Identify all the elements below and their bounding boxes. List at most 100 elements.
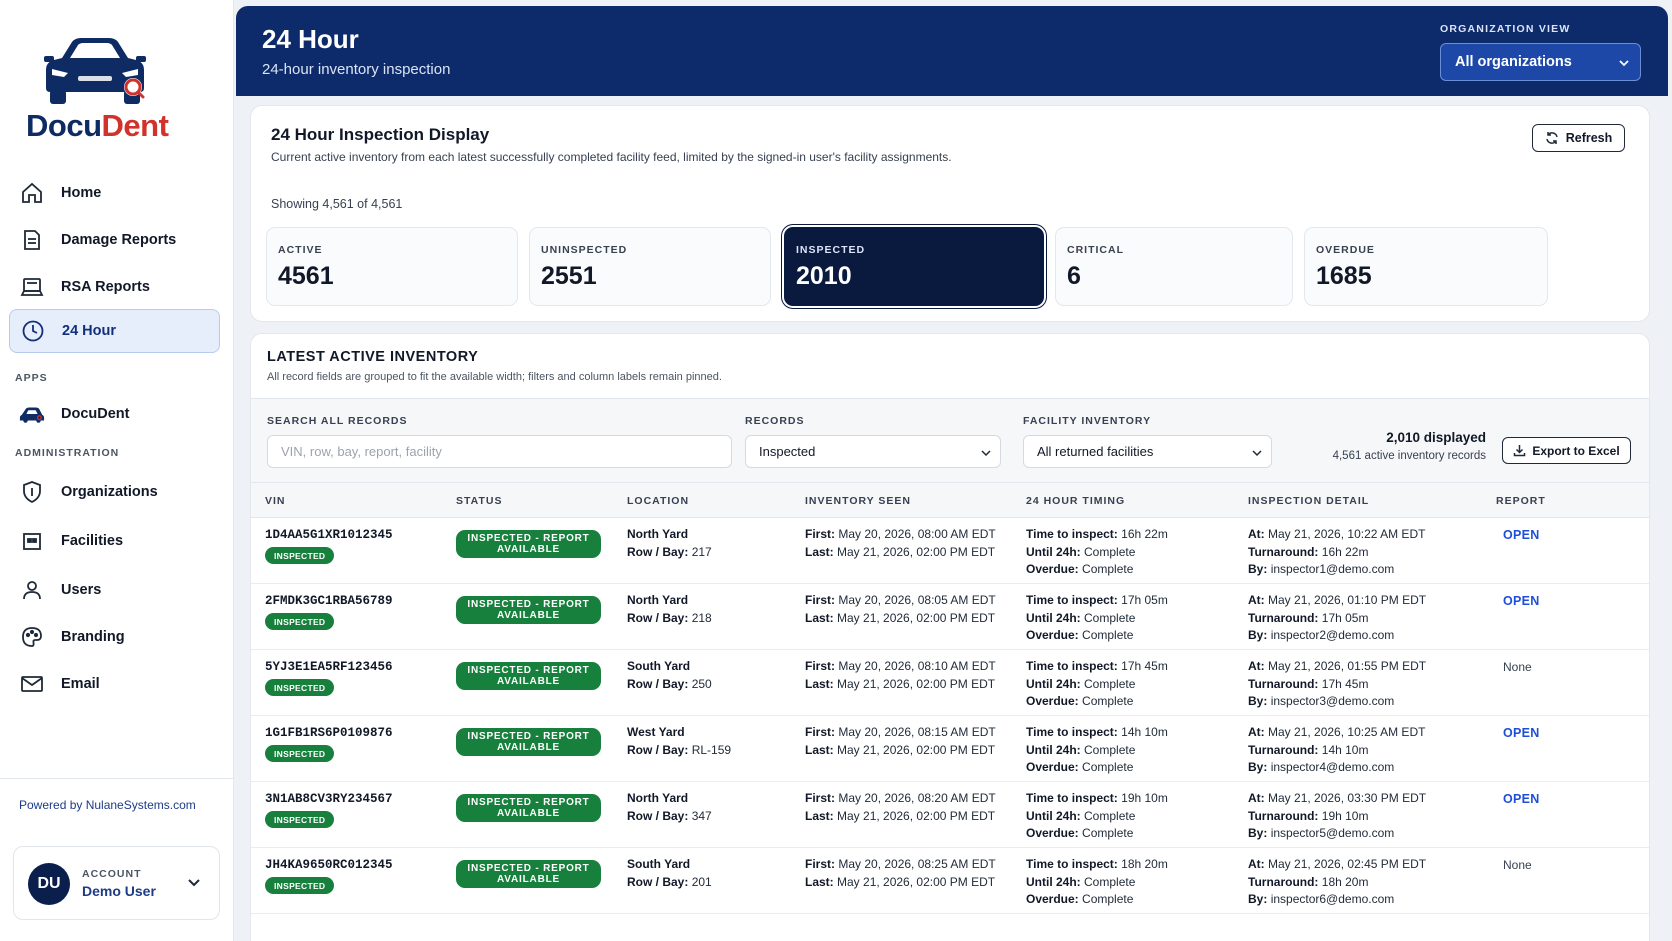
inventory-seen-cell: First: May 20, 2026, 08:25 AM EDT Last: M… [805, 856, 996, 891]
no-report-text: None [1503, 858, 1532, 872]
overdue-label: Overdue: [1026, 826, 1079, 840]
records-label: RECORDS [745, 415, 805, 427]
refresh-button[interactable]: Refresh [1532, 124, 1625, 152]
turnaround: 14h 10m [1321, 742, 1369, 757]
table-row[interactable]: 3N1AB8CV3RY234567 INSPECTED INSPECTED - RE… [251, 782, 1649, 848]
sidebar-item-branding[interactable]: Branding [9, 615, 220, 659]
table-row[interactable]: 2FMDK3GC1RBA56789 INSPECTED INSPECTED - RE… [251, 584, 1649, 650]
download-icon [1514, 445, 1526, 457]
export-label: Export to Excel [1532, 443, 1620, 458]
table-row[interactable]: 1G1FB1RS6P0109876 INSPECTED INSPECTED - RE… [251, 716, 1649, 782]
vin-text[interactable]: JH4KA9650RC012345 [265, 858, 393, 872]
timing-cell: Time to inspect: 18h 20m Until 24h: Compl… [1026, 856, 1168, 909]
stat-active[interactable]: ACTIVE 4561 [266, 227, 518, 306]
vin-text[interactable]: 2FMDK3GC1RBA56789 [265, 594, 393, 608]
sidebar-divider [0, 778, 234, 779]
at-label: At: [1248, 857, 1265, 871]
until-24h-label: Until 24h: [1026, 676, 1081, 691]
vin-text[interactable]: 3N1AB8CV3RY234567 [265, 792, 393, 806]
turnaround: 19h 10m [1321, 808, 1369, 823]
inventory-description: All record fields are grouped to fit the… [267, 371, 722, 383]
inspected-at: May 21, 2026, 01:55 PM EDT [1268, 659, 1427, 673]
org-view-value: All organizations [1455, 54, 1572, 70]
timing-cell: Time to inspect: 17h 05m Until 24h: Compl… [1026, 592, 1168, 645]
status-line1: INSPECTED - REPORT [467, 863, 590, 874]
sidebar-item-organizations[interactable]: Organizations [9, 470, 220, 514]
column-header-inspection-detail[interactable]: INSPECTION DETAIL [1248, 495, 1369, 507]
turnaround: 16h 22m [1321, 544, 1369, 559]
vin-text[interactable]: 1G1FB1RS6P0109876 [265, 726, 393, 740]
first-label: First: [805, 593, 835, 607]
table-row[interactable]: 1D4AA5G1XR1012345 INSPECTED INSPECTED - RE… [251, 518, 1649, 584]
column-header-inventory-seen[interactable]: INVENTORY SEEN [805, 495, 911, 507]
first-label: First: [805, 527, 835, 541]
by-label: By: [1248, 826, 1268, 840]
sidebar-item-label: 24 Hour [62, 323, 116, 339]
vin-text[interactable]: 5YJ3E1EA5RF123456 [265, 660, 393, 674]
records-value: Inspected [759, 444, 816, 459]
row-bay-label: Row / Bay: [627, 742, 689, 757]
records-select[interactable]: Inspected [745, 435, 1001, 468]
export-excel-button[interactable]: Export to Excel [1502, 437, 1631, 464]
table-row[interactable]: JH4KA9650RC012345 INSPECTED INSPECTED - RE… [251, 848, 1649, 914]
display-title: 24 Hour Inspection Display [271, 125, 490, 144]
search-input[interactable]: VIN, row, bay, report, facility [267, 435, 732, 468]
refresh-icon [1545, 132, 1558, 144]
column-header-location[interactable]: LOCATION [627, 495, 689, 507]
sidebar-item-users[interactable]: Users [9, 568, 220, 612]
first-label: First: [805, 857, 835, 871]
facility-select[interactable]: All returned facilities [1023, 435, 1272, 468]
first-label: First: [805, 725, 835, 739]
sidebar-item-damage-reports[interactable]: Damage Reports [9, 218, 220, 262]
open-report-link[interactable]: OPEN [1503, 528, 1540, 542]
inspector-email: inspector3@demo.com [1270, 694, 1395, 708]
stat-overdue[interactable]: OVERDUE 1685 [1304, 227, 1548, 306]
time-to-inspect: 18h 20m [1121, 857, 1168, 871]
account-menu[interactable]: DU ACCOUNT Demo User [13, 846, 220, 920]
org-view-select[interactable]: All organizations [1440, 43, 1641, 81]
status-line1: INSPECTED - REPORT [467, 731, 590, 742]
inventory-card: LATEST ACTIVE INVENTORY All record field… [250, 333, 1650, 941]
open-report-link[interactable]: OPEN [1503, 726, 1540, 740]
table-row[interactable]: 5YJ3E1EA5RF123456 INSPECTED INSPECTED - RE… [251, 650, 1649, 716]
column-header-24-hour-timing[interactable]: 24 HOUR TIMING [1026, 495, 1125, 507]
no-report-text: None [1503, 660, 1532, 674]
timing-cell: Time to inspect: 16h 22m Until 24h: Compl… [1026, 526, 1168, 579]
inspected-badge: INSPECTED [265, 679, 335, 696]
stat-uninspected[interactable]: UNINSPECTED 2551 [529, 227, 771, 306]
sidebar-item-facilities[interactable]: Facilities [9, 519, 220, 563]
first-seen: May 20, 2026, 08:00 AM EDT [838, 527, 996, 541]
sidebar-item-email[interactable]: Email [9, 662, 220, 706]
overdue-label: Overdue: [1026, 892, 1079, 906]
turnaround: 17h 05m [1321, 610, 1369, 625]
powered-by-link[interactable]: Powered by NulaneSystems.com [19, 798, 196, 812]
inventory-seen-cell: First: May 20, 2026, 08:10 AM EDT Last: M… [805, 658, 996, 693]
open-report-link[interactable]: OPEN [1503, 594, 1540, 608]
sidebar-item-24-hour[interactable]: 24 Hour [9, 309, 220, 353]
location-cell: South Yard Row / Bay: 250 [627, 658, 712, 693]
account-name: Demo User [82, 883, 156, 899]
column-header-vin[interactable]: VIN [265, 495, 286, 507]
vin-text[interactable]: 1D4AA5G1XR1012345 [265, 528, 393, 542]
sidebar-item-home[interactable]: Home [9, 171, 220, 215]
until-24h: Complete [1084, 808, 1136, 823]
open-report-link[interactable]: OPEN [1503, 792, 1540, 806]
sidebar-item-rsa-reports[interactable]: RSA Reports [9, 265, 220, 309]
column-header-report[interactable]: REPORT [1496, 495, 1546, 507]
by-label: By: [1248, 892, 1268, 906]
time-to-inspect-label: Time to inspect: [1026, 659, 1118, 673]
stat-label: CRITICAL [1067, 244, 1124, 256]
docudent-logo[interactable]: DocuDent [24, 36, 194, 146]
filter-bar: SEARCH ALL RECORDS VIN, row, bay, report… [251, 398, 1649, 483]
stat-critical[interactable]: CRITICAL 6 [1055, 227, 1293, 306]
stat-value: 1685 [1316, 262, 1372, 290]
sidebar-item-docudent[interactable]: DocuDent [9, 392, 220, 436]
overdue-value: Complete [1082, 694, 1134, 708]
stat-inspected[interactable]: INSPECTED 2010 [784, 227, 1044, 306]
inspection-detail-cell: At: May 21, 2026, 01:10 PM EDT Turnaround… [1248, 592, 1426, 645]
column-header-status[interactable]: STATUS [456, 495, 502, 507]
yard-name: West Yard [627, 725, 685, 739]
time-to-inspect: 14h 10m [1121, 725, 1168, 739]
document-icon [19, 227, 45, 253]
laptop-icon [19, 274, 45, 300]
